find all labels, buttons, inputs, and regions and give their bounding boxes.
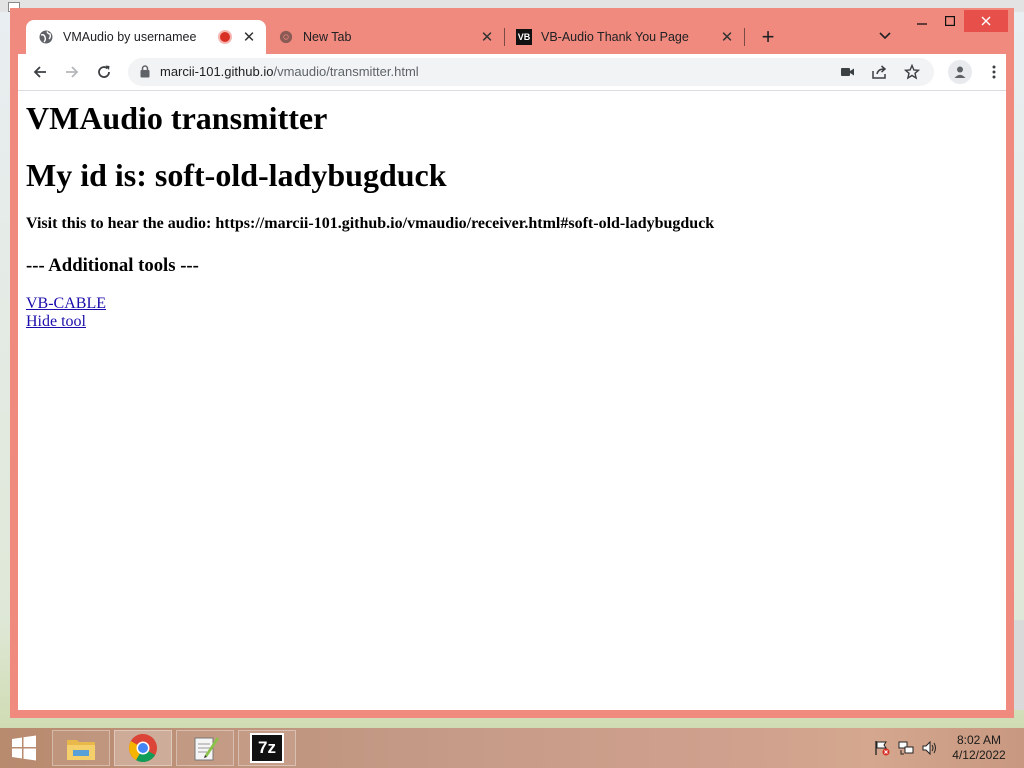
tools-heading: --- Additional tools ---	[26, 255, 199, 276]
file-explorer-icon[interactable]	[52, 730, 110, 766]
browser-window: VMAudio by usernamee ✕ New Tab ✕ VB VB-A…	[10, 8, 1014, 718]
browser-toolbar: marcii-101.github.io/vmaudio/transmitter…	[18, 54, 1006, 91]
tab-search-chevron-icon[interactable]	[874, 25, 896, 47]
tab-vmaudio[interactable]: VMAudio by usernamee ✕	[26, 20, 266, 54]
vb-cable-link[interactable]: VB-CABLE	[26, 295, 106, 313]
7-zip-label: 7z	[250, 733, 284, 763]
windows-start-icon[interactable]	[0, 728, 48, 768]
receiver-url-text: Visit this to hear the audio: https://ma…	[26, 215, 715, 232]
close-tab-icon[interactable]: ✕	[240, 28, 258, 46]
reload-icon[interactable]	[92, 60, 116, 84]
chrome-taskbar-icon[interactable]	[114, 730, 172, 766]
notepad-plus-plus-icon[interactable]	[176, 730, 234, 766]
url-host: marcii-101.github.io	[160, 64, 274, 79]
tab-title: VB-Audio Thank You Page	[541, 30, 689, 44]
recording-indicator-icon	[218, 30, 232, 44]
tab-title: New Tab	[303, 30, 352, 44]
clock-time: 8:02 AM	[956, 733, 1002, 747]
url-text: marcii-101.github.io/vmaudio/transmitter…	[160, 64, 419, 79]
maximize-button[interactable]	[936, 10, 964, 32]
id-heading: My id is: soft-old-ladybugduck	[26, 157, 447, 193]
tab-vb-audio[interactable]: VB VB-Audio Thank You Page ✕	[504, 20, 744, 54]
bookmark-star-icon[interactable]	[902, 62, 922, 82]
share-icon[interactable]	[870, 62, 890, 82]
tab-new-tab[interactable]: New Tab ✕	[266, 20, 504, 54]
volume-icon[interactable]	[922, 740, 938, 756]
profile-avatar-icon[interactable]	[948, 60, 972, 84]
address-bar[interactable]: marcii-101.github.io/vmaudio/transmitter…	[128, 58, 934, 86]
tab-separator	[744, 28, 745, 46]
url-path: /vmaudio/transmitter.html	[273, 64, 419, 79]
globe-icon	[38, 29, 54, 45]
close-tab-icon[interactable]: ✕	[718, 28, 736, 46]
new-tab-button[interactable]: +	[756, 24, 780, 49]
forward-arrow-icon[interactable]	[60, 60, 84, 84]
tab-title: VMAudio by usernamee	[63, 30, 197, 44]
lock-icon	[140, 65, 150, 83]
close-tab-icon[interactable]: ✕	[478, 28, 496, 46]
more-menu-icon[interactable]	[982, 60, 1006, 84]
tab-strip: VMAudio by usernamee ✕ New Tab ✕ VB VB-A…	[10, 8, 1014, 54]
clock-date: 4/12/2022	[952, 748, 1006, 762]
page-title: VMAudio transmitter	[26, 100, 328, 136]
back-arrow-icon[interactable]	[28, 60, 52, 84]
taskbar-clock[interactable]: 8:02 AM 4/12/2022	[946, 733, 1012, 763]
7-zip-icon[interactable]: 7z	[238, 730, 296, 766]
taskbar: 7z 8:02 AM 4/12/2022	[0, 728, 1024, 768]
window-close-button[interactable]	[964, 10, 1008, 32]
vb-audio-icon: VB	[516, 29, 532, 45]
action-center-flag-icon[interactable]	[874, 740, 890, 756]
camera-icon[interactable]	[838, 62, 858, 82]
page-viewport: VMAudio transmitter My id is: soft-old-l…	[18, 91, 1006, 710]
network-icon[interactable]	[898, 740, 914, 756]
hide-tool-link[interactable]: Hide tool	[26, 313, 86, 331]
minimize-button[interactable]	[908, 10, 936, 32]
chrome-icon	[278, 29, 294, 45]
